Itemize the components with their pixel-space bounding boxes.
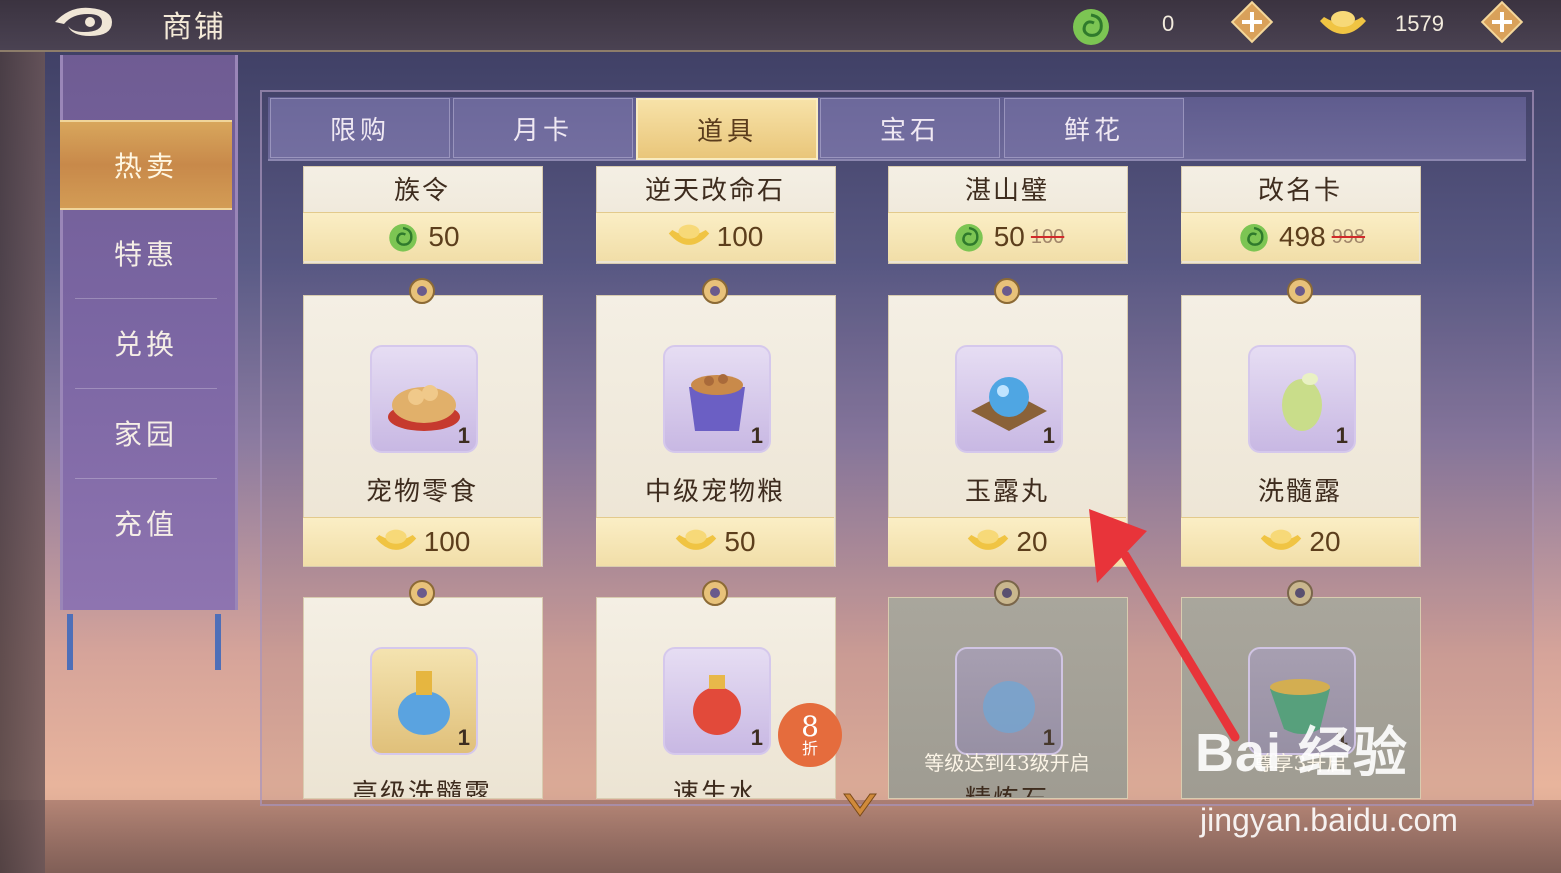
price-bar: 50 100 [888, 212, 1126, 261]
item-price: 20 [1309, 526, 1341, 557]
pet-food-bag-icon: 1 [663, 345, 771, 453]
refine-stone-icon: 1 [955, 647, 1063, 755]
item-name: 速生水 [672, 779, 757, 797]
item-price: 20 [1016, 526, 1048, 557]
item-price: 100 [716, 221, 764, 252]
card-medal-icon [1287, 278, 1313, 304]
page-title: 商铺 [162, 10, 226, 45]
sidebar-item-recharge[interactable]: 充值 [60, 480, 232, 566]
sidebar-item-special[interactable]: 特惠 [60, 210, 232, 296]
sidebar-item-exchange[interactable]: 兑换 [60, 300, 232, 386]
sidebar-item-home[interactable]: 家园 [60, 390, 232, 476]
tab-items[interactable]: 道具 [636, 98, 818, 160]
potion-icon: 1 [663, 647, 771, 755]
card-medal-icon [409, 278, 435, 304]
gold-ingot-icon [968, 529, 1009, 550]
card-medal-icon [702, 278, 728, 304]
add-jade-button[interactable] [1230, 0, 1274, 44]
add-gold-button[interactable] [1480, 0, 1524, 44]
discount-value: 8 [801, 710, 819, 743]
sidebar-divider [75, 388, 217, 389]
card-medal-icon [409, 580, 435, 606]
item-name: 湛山璧 [964, 176, 1049, 206]
tab-gems[interactable]: 宝石 [820, 98, 1000, 158]
jade-icon [954, 224, 983, 252]
tab-flowers[interactable]: 鲜花 [1004, 98, 1184, 158]
item-name: 高级洗髓露 [351, 779, 492, 797]
item-name: 族令 [393, 176, 450, 206]
item-price: 50 [993, 221, 1025, 252]
item-old-price: 100 [1030, 225, 1065, 248]
card-medal-icon [702, 580, 728, 606]
watermark-url: jingyan.baidu.com [1200, 802, 1458, 838]
gold-ingot-icon [668, 224, 709, 245]
gold-currency: 1579 [1318, 5, 1488, 43]
item-name: 玉露丸 [964, 477, 1049, 507]
top-bar: 商铺 0 1579 [0, 0, 1561, 52]
price-bar: 100 [303, 517, 541, 566]
bottle-icon: 1 [370, 647, 478, 755]
item-price: 498 [1278, 221, 1326, 252]
item-quantity: 1 [750, 423, 763, 448]
price-bar: 100 [596, 212, 834, 261]
jade-amount: 0 [1162, 11, 1175, 36]
item-price: 100 [423, 526, 471, 557]
item-name: 洗髓露 [1257, 477, 1342, 507]
item-old-price: 998 [1331, 225, 1366, 248]
item-name: 宠物零食 [365, 477, 478, 507]
card-medal-icon [1287, 580, 1313, 606]
item-name: 中级宠物粮 [644, 477, 785, 507]
item-name: 精炼石 [888, 779, 1126, 797]
back-icon[interactable] [50, 2, 120, 42]
discount-badge: 8 折 [778, 703, 842, 767]
card-medal-icon [994, 580, 1020, 606]
price-bar: 50 [303, 212, 541, 261]
marrow-dew-icon: 1 [1248, 345, 1356, 453]
tab-limited[interactable]: 限购 [270, 98, 450, 158]
gold-ingot-icon [676, 529, 717, 550]
sidebar-divider [75, 298, 217, 299]
tab-monthly[interactable]: 月卡 [453, 98, 633, 158]
card-medal-icon [994, 278, 1020, 304]
tassel [215, 614, 221, 670]
pet-snack-icon: 1 [370, 345, 478, 453]
watermark-brand: Bai 经验 [1195, 723, 1409, 783]
discount-unit: 折 [801, 739, 818, 758]
price-bar: 498 998 [1181, 212, 1419, 261]
left-frame [0, 50, 45, 873]
item-quantity: 1 [457, 423, 470, 448]
jade-icon [1240, 224, 1268, 252]
tassel [67, 614, 73, 670]
item-price: 50 [724, 526, 756, 557]
price-bar: 50 [596, 517, 834, 566]
unlock-requirement: 等级达到43级开启 [924, 751, 1090, 775]
gold-ingot-icon [375, 529, 416, 550]
item-quantity: 1 [1335, 423, 1348, 448]
jade-pill-icon: 1 [955, 345, 1063, 453]
gold-ingot-icon [1320, 11, 1366, 34]
gold-ingot-icon [1261, 529, 1302, 550]
gold-amount: 1579 [1395, 11, 1444, 36]
item-name: 逆天改命石 [644, 176, 785, 206]
jade-icon [1073, 9, 1109, 45]
sidebar-item-hot[interactable]: 热卖 [60, 120, 232, 210]
item-price: 50 [428, 221, 460, 252]
jade-icon [389, 224, 418, 252]
item-quantity: 1 [1042, 423, 1055, 448]
sidebar-divider [75, 478, 217, 479]
item-name: 改名卡 [1257, 176, 1342, 206]
scroll-down-icon[interactable] [840, 788, 880, 822]
item-quantity: 1 [750, 725, 763, 750]
watermark: Bai 经验 jingyan.baidu.com [1195, 708, 1458, 838]
item-quantity: 1 [457, 725, 470, 750]
